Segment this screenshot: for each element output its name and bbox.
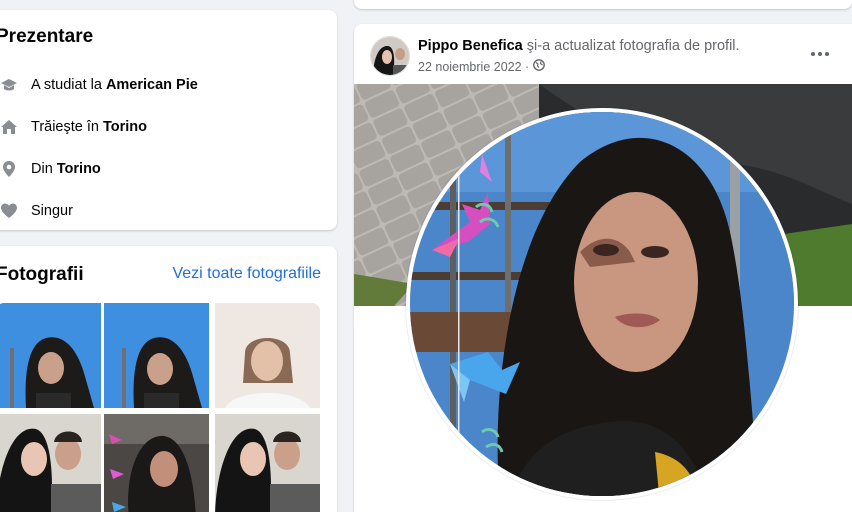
- photos-title: Fotografii: [0, 264, 84, 285]
- intro-item-education: A studiat la American Pie: [0, 73, 198, 97]
- globe-icon[interactable]: [533, 59, 546, 74]
- home-icon: [0, 118, 18, 136]
- photo-thumbnail[interactable]: [215, 303, 320, 408]
- post-action-text: şi-a actualizat fotografia de profil.: [526, 38, 740, 54]
- intro-title: Prezentare: [0, 26, 94, 47]
- post-meta: 22 noiembrie 2022 ·: [418, 59, 546, 74]
- see-all-photos-link[interactable]: Vezi toate fotografiile: [172, 265, 321, 283]
- intro-item-label: Din: [31, 161, 53, 177]
- heart-icon: [0, 202, 18, 220]
- photo-thumbnail[interactable]: [104, 303, 209, 408]
- intro-item-label: Trăieşte în: [31, 119, 99, 135]
- dot: [818, 52, 822, 56]
- post-author-name[interactable]: Pippo Benefica: [418, 38, 523, 54]
- photo-thumbnail[interactable]: [215, 414, 320, 512]
- intro-item-lives-in: Trăieşte în Torino: [0, 115, 147, 139]
- photo-thumbnail[interactable]: [0, 414, 101, 512]
- photo-thumbnail[interactable]: [104, 414, 209, 512]
- more-options-button[interactable]: [802, 42, 838, 66]
- intro-item-value[interactable]: Torino: [57, 161, 101, 177]
- intro-item-value[interactable]: Torino: [103, 119, 147, 135]
- photo-thumbnail[interactable]: [0, 303, 101, 408]
- intro-card: Prezentare A studiat la American Pie Tră…: [0, 10, 337, 230]
- intro-item-label: A studiat la: [31, 77, 102, 93]
- dot: [811, 52, 815, 56]
- profile-photo[interactable]: [406, 108, 798, 500]
- post-date[interactable]: 22 noiembrie 2022 ·: [418, 60, 529, 74]
- intro-item-from: Din Torino: [0, 157, 101, 181]
- post-header: Pippo Benefica şi-a actualizat fotografi…: [418, 38, 740, 54]
- intro-item-label: Singur: [31, 203, 73, 219]
- previous-post-card: [354, 0, 852, 9]
- dot: [825, 52, 829, 56]
- graduation-cap-icon: [0, 76, 18, 94]
- intro-item-value[interactable]: American Pie: [106, 77, 198, 93]
- profile-update-post: Pippo Benefica şi-a actualizat fotografi…: [354, 24, 852, 512]
- intro-item-relationship: Singur: [0, 199, 73, 223]
- photos-card: Fotografii Vezi toate fotografiile: [0, 246, 337, 512]
- author-avatar[interactable]: [370, 36, 410, 76]
- location-pin-icon: [0, 160, 18, 178]
